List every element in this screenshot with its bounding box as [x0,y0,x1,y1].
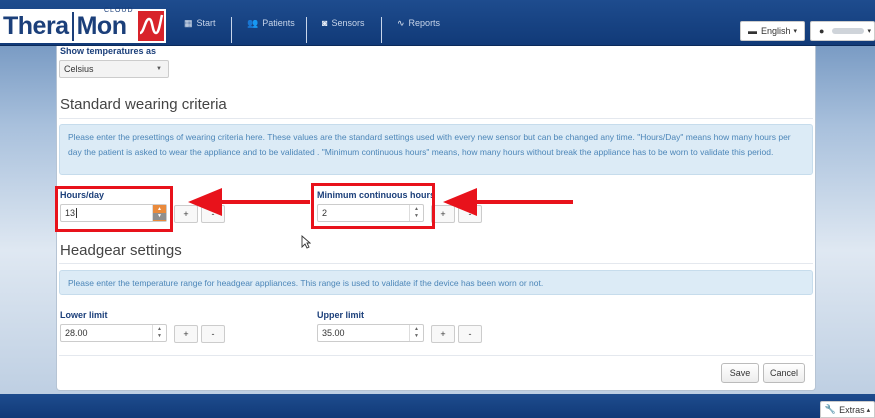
red-arrow-icon [188,188,310,216]
temperature-unit-label: Show temperatures as [60,46,157,56]
mouse-pointer-icon [301,235,311,249]
bottom-bar [0,394,875,418]
temperature-unit-select[interactable]: Celsius ▼ [59,60,169,78]
upper-limit-label: Upper limit [317,310,365,320]
nav-sensors-label: Sensors [331,18,365,28]
lower-limit-plus-button[interactable]: + [174,325,198,343]
headgear-settings-title: Headgear settings [60,242,182,259]
chevron-down-icon: ▾ [793,28,798,35]
comment-icon: ▬ [747,26,757,36]
spinner-up-icon[interactable]: ▲ [157,326,162,333]
language-dropdown[interactable]: ▬ English ▾ [740,21,805,41]
lower-limit-minus-button[interactable]: - [201,325,225,343]
chevron-up-icon: ▴ [866,406,871,414]
grid-icon: ▦ [184,17,193,28]
save-button[interactable]: Save [721,363,759,383]
section-divider [59,118,813,119]
lower-limit-label: Lower limit [60,310,108,320]
nav-patients[interactable]: 👥 Patients [233,0,295,46]
logo-text-mon: Mon [71,11,127,41]
language-label: English [760,26,791,36]
nav-divider [381,17,382,43]
lower-limit-spinner[interactable]: ▲ ▼ [152,325,166,341]
chart-icon: ∿ [397,17,405,28]
logo-text-cloud: CLOUD [104,7,134,14]
extras-label: Extras [839,404,865,415]
user-name-redacted [832,28,865,34]
wrench-icon: 🔧 [824,404,837,414]
logo-text-thera: Thera [3,11,69,40]
chevron-down-icon: ▾ [867,28,871,35]
upper-limit-input[interactable]: 35.00 ▲ ▼ [317,324,424,342]
theramon-logo[interactable]: Thera Mon CLOUD [0,7,166,43]
nav-start-label: Start [196,18,216,28]
extras-menu-button[interactable]: 🔧 Extras ▴ [820,401,875,418]
upper-limit-value: 35.00 [322,328,345,338]
headgear-info: Please enter the temperature range for h… [59,270,813,295]
chevron-down-icon: ▼ [156,66,162,72]
user-icon: ● [819,26,825,36]
cancel-button[interactable]: Cancel [763,363,805,383]
nav-start[interactable]: ▦ Start [170,0,216,46]
upper-limit-spinner[interactable]: ▲ ▼ [409,325,423,341]
section-divider [59,263,813,264]
user-menu-button[interactable]: ● ▾ [810,21,875,41]
wearing-criteria-title: Standard wearing criteria [60,96,227,113]
nav-sensors[interactable]: ◙ Sensors [308,0,364,46]
nav-patients-label: Patients [262,18,295,28]
spinner-up-icon[interactable]: ▲ [414,326,419,333]
lower-limit-input[interactable]: 28.00 ▲ ▼ [60,324,167,342]
logo-wave-icon [138,11,164,41]
upper-limit-minus-button[interactable]: - [458,325,482,343]
spinner-down-icon[interactable]: ▼ [157,333,162,340]
highlight-box-min-continuous [311,183,435,229]
nav-divider [231,17,232,43]
wearing-criteria-info: Please enter the presettings of wearing … [59,124,813,175]
users-icon: 👥 [247,17,259,28]
section-divider [59,355,813,356]
nav-reports-label: Reports [408,18,441,28]
spinner-down-icon[interactable]: ▼ [414,333,419,340]
lower-limit-value: 28.00 [65,328,88,338]
nav-divider [306,17,307,43]
sensor-icon: ◙ [322,18,328,28]
nav-reports[interactable]: ∿ Reports [383,0,440,46]
red-arrow-icon [443,188,573,216]
highlight-box-hours-day [55,186,173,232]
upper-limit-plus-button[interactable]: + [431,325,455,343]
temperature-unit-value: Celsius [64,64,94,74]
